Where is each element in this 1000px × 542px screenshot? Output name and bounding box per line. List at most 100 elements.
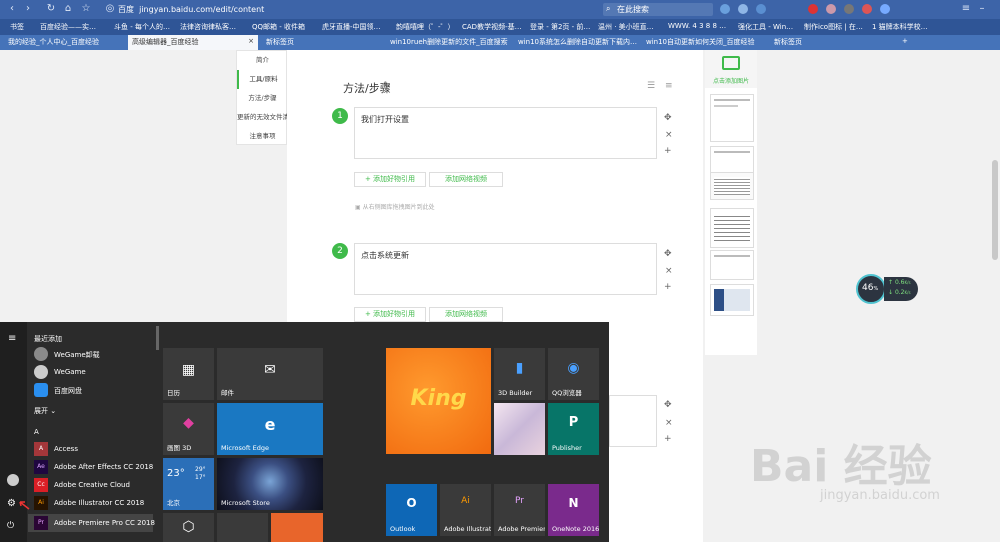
add-image-button[interactable]: 点击添加图片: [705, 50, 757, 88]
tile-onenote[interactable]: N OneNote 2016: [548, 484, 599, 536]
network-speed-widget[interactable]: 46% ↑ 0.6K/s ↓ 0.2K/s: [856, 274, 918, 304]
outline-item-tools[interactable]: 工具/原料: [237, 70, 288, 89]
extension-icon[interactable]: [862, 4, 872, 14]
bullet-list-icon[interactable]: ≡: [665, 81, 673, 91]
gallery-thumbnail[interactable]: [710, 284, 754, 316]
add-video-button[interactable]: 添加网络视频: [429, 307, 503, 322]
refresh-icon[interactable]: ↻: [45, 3, 57, 15]
add-quote-button[interactable]: + 添加好物引用: [354, 172, 426, 187]
extension-icon[interactable]: [738, 4, 748, 14]
add-video-button[interactable]: 添加网络视频: [429, 172, 503, 187]
tile-publisher[interactable]: P Publisher: [548, 403, 599, 455]
tile-illustrator[interactable]: AiAdobe Illustrator CC...: [440, 484, 491, 536]
add-icon[interactable]: +: [664, 146, 672, 156]
tile-anime-image[interactable]: [494, 403, 545, 455]
gallery-thumbnail[interactable]: [710, 250, 754, 280]
outline-item-notes[interactable]: 注意事项: [237, 127, 288, 146]
bookmark-item[interactable]: WWW. 4 3 8 8 …: [668, 22, 726, 30]
step-text-box[interactable]: 点击系统更新: [354, 243, 657, 295]
new-tab-button[interactable]: +: [898, 35, 914, 50]
edit-pencil-icon[interactable]: ✎: [383, 81, 391, 91]
search-input[interactable]: ⌕ 在此搜索: [603, 3, 713, 16]
tile-partial[interactable]: [271, 513, 323, 542]
bookmark-item[interactable]: QQ邮箱 - 收件箱: [252, 22, 305, 32]
tile-weather[interactable]: 23° 29° 17° 北京: [163, 458, 214, 510]
tile-mail[interactable]: ✉ 邮件: [217, 348, 323, 400]
tab-win10-auto-update[interactable]: win10自动更新如何关闭_百度经验: [642, 35, 766, 50]
tab-new[interactable]: 新标签页: [262, 35, 382, 50]
tile-premiere[interactable]: PrAdobe Premiere Pro...: [494, 484, 545, 536]
calendar-icon: ▦: [181, 362, 196, 378]
bookmark-item[interactable]: 法律咨询律私客…: [180, 22, 236, 32]
hamburger-icon[interactable]: ≡: [8, 333, 16, 344]
ordered-list-icon[interactable]: ☰: [647, 81, 655, 91]
move-icon[interactable]: ✥: [664, 400, 672, 410]
tile-partial[interactable]: ⬡: [163, 513, 214, 542]
bookmark-item[interactable]: 强化工具 - Win…: [738, 22, 793, 32]
extension-icon[interactable]: [756, 4, 766, 14]
tab-win10-delete[interactable]: win10系统怎么删除自动更新下载内…: [514, 35, 638, 50]
download-speed: ↓ 0.2K/s: [888, 289, 911, 296]
step-text-box[interactable]: [609, 395, 657, 447]
address-bar[interactable]: 百度 jingyan.baidu.com/edit/content: [118, 4, 264, 15]
step-text-box[interactable]: 我们打开设置: [354, 107, 657, 159]
expand-button[interactable]: 展开 ⌄: [34, 406, 56, 416]
tab-new-2[interactable]: 新标签页: [770, 35, 894, 50]
tile-edge[interactable]: e Microsoft Edge: [217, 403, 323, 455]
bookmark-item[interactable]: 书签: [10, 22, 24, 32]
add-quote-button[interactable]: + 添加好物引用: [354, 307, 426, 322]
back-icon[interactable]: ‹: [6, 3, 18, 15]
outline-item-intro[interactable]: 简介: [237, 51, 288, 70]
tile-partial[interactable]: [217, 513, 268, 542]
bookmark-item[interactable]: 韵嘻嘻哩（゜-゜）: [396, 22, 455, 32]
tile-king-game[interactable]: King: [386, 348, 491, 454]
power-icon[interactable]: ⏻: [7, 521, 14, 531]
tile-outlook[interactable]: O Outlook: [386, 484, 437, 536]
tile-calendar[interactable]: ▦ 日历: [163, 348, 214, 400]
tile-paint3d[interactable]: ◆ 画图 3D: [163, 403, 214, 455]
outline-item-steps[interactable]: 方法/步骤: [237, 89, 288, 108]
delete-icon[interactable]: ×: [665, 266, 673, 276]
delete-icon[interactable]: ×: [665, 130, 673, 140]
minimize-icon[interactable]: –: [976, 3, 988, 15]
move-icon[interactable]: ✥: [664, 249, 672, 259]
app-list-item-selected[interactable]: Pr Adobe Premiere Pro CC 2018: [28, 514, 155, 532]
tile-3d-builder[interactable]: ▮ 3D Builder: [494, 348, 545, 400]
page-scrollbar[interactable]: [992, 160, 998, 260]
bookmark-item[interactable]: CAD教学视频-基…: [462, 22, 522, 32]
add-icon[interactable]: +: [664, 282, 672, 292]
tab-search-delete-update[interactable]: win10rueh删除更新的文件_百度搜索: [386, 35, 510, 50]
gallery-thumbnail[interactable]: [710, 172, 754, 200]
bookmark-item[interactable]: 虎牙直播-中国领…: [322, 22, 381, 32]
tab-advanced-editor[interactable]: 高级编辑器_百度经验 ×: [128, 35, 258, 50]
gallery-thumbnail[interactable]: [710, 94, 754, 142]
avatar-icon[interactable]: [826, 4, 836, 14]
tile-qq-browser[interactable]: ◉ QQ浏览器: [548, 348, 599, 400]
gallery-thumbnail[interactable]: [710, 208, 754, 248]
add-icon[interactable]: +: [664, 434, 672, 444]
tab-my-experience[interactable]: 我的经验_个人中心_百度经验: [4, 35, 124, 50]
forward-icon[interactable]: ›: [22, 3, 34, 15]
close-tab-icon[interactable]: ×: [248, 37, 254, 45]
outline-item-update-files[interactable]: 更新的无效文件清: [237, 108, 288, 127]
extension-icon[interactable]: [880, 4, 890, 14]
extension-icon[interactable]: [720, 4, 730, 14]
bookmark-item[interactable]: 斗鱼 - 每个人的…: [114, 22, 170, 32]
star-icon[interactable]: ☆: [80, 3, 92, 15]
user-avatar-icon[interactable]: [7, 474, 19, 486]
bookmark-item[interactable]: 制作ico图标 | 在…: [804, 22, 863, 32]
tile-store[interactable]: Microsoft Store: [217, 458, 323, 510]
home-icon[interactable]: ⌂: [62, 3, 74, 15]
settings-icon[interactable]: ⚙: [7, 498, 16, 509]
letter-header[interactable]: A: [34, 428, 39, 436]
bookmark-item[interactable]: 1 猫牌本科学校…: [872, 22, 928, 32]
menu-icon[interactable]: ≡: [960, 3, 972, 15]
bookmark-item[interactable]: 登录 - 第2页 - 前…: [530, 22, 590, 32]
delete-icon[interactable]: ×: [665, 418, 673, 428]
extension-icon[interactable]: [844, 4, 854, 14]
bookmark-item[interactable]: 百度经验——实…: [40, 22, 96, 32]
list-scrollbar[interactable]: [156, 326, 159, 350]
move-icon[interactable]: ✥: [664, 113, 672, 123]
bookmark-item[interactable]: 温州 · 美小班直…: [598, 22, 654, 32]
adblock-icon[interactable]: [808, 4, 818, 14]
